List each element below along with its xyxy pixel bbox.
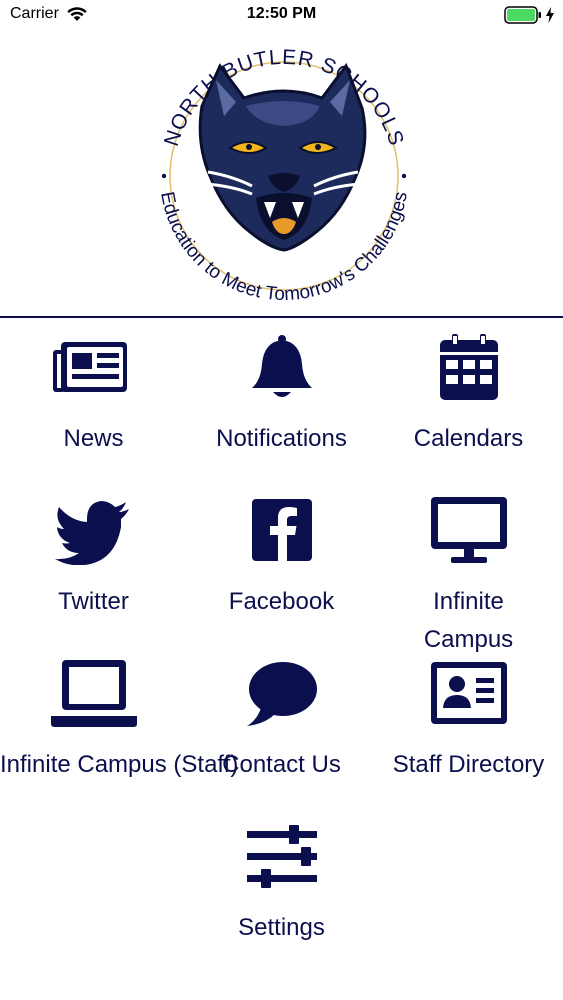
menu-label-infinite-campus: Infinite Campus: [423, 588, 514, 653]
menu-label-calendars: Calendars: [413, 425, 524, 452]
facebook-icon: [251, 499, 312, 561]
desktop-monitor-icon: [430, 497, 507, 563]
bell-icon: [251, 335, 312, 397]
panther-head: [198, 62, 367, 252]
menu-tile-settings[interactable]: Settings: [188, 823, 375, 947]
menu-tile-news[interactable]: News: [0, 334, 187, 458]
menu-label-staff-directory: Staff Directory: [392, 751, 545, 778]
menu-tile-infinite-campus[interactable]: Infinite Campus: [375, 497, 562, 659]
bolt-icon: [546, 7, 554, 23]
menu-label-twitter: Twitter: [58, 588, 129, 615]
calendar-icon: [439, 334, 498, 400]
menu-tile-calendars[interactable]: Calendars: [375, 334, 562, 458]
menu-tile-twitter[interactable]: Twitter: [0, 497, 187, 621]
header-divider: [0, 316, 563, 318]
menu-tile-facebook[interactable]: Facebook: [188, 497, 375, 621]
battery-icon: [504, 6, 541, 24]
menu-label-settings: Settings: [238, 914, 325, 941]
menu-label-contact-us: Contact Us: [222, 751, 341, 778]
speech-bubble-icon: [246, 662, 317, 726]
menu-label-facebook: Facebook: [228, 588, 335, 615]
status-time: 12:50 PM: [246, 5, 317, 22]
menu-tile-staff-directory[interactable]: Staff Directory: [375, 660, 562, 784]
id-card-icon: [430, 662, 507, 724]
menu-label-notifications: Notifications: [216, 425, 347, 452]
panther-mascot-logo: NORTH BUTLER SCHOOLS Education to Meet T…: [156, 46, 412, 305]
newspaper-icon: [52, 342, 127, 392]
status-bar: Carrier 12:50 PM: [0, 0, 563, 30]
menu-tile-notifications[interactable]: Notifications: [188, 334, 375, 458]
laptop-icon: [50, 660, 137, 727]
menu-label-news: News: [63, 425, 124, 452]
menu-tile-contact-us[interactable]: Contact Us: [188, 660, 375, 784]
school-logo: NORTH BUTLER SCHOOLS Education to Meet T…: [0, 36, 563, 312]
battery-group: [504, 6, 555, 24]
sliders-icon: [246, 825, 317, 888]
menu-tile-infinite-campus-staff[interactable]: Infinite Campus (Staff): [0, 660, 239, 784]
menu-label-infinite-campus-staff: Infinite Campus (Staff): [0, 751, 239, 778]
twitter-bird-icon: [54, 501, 129, 565]
